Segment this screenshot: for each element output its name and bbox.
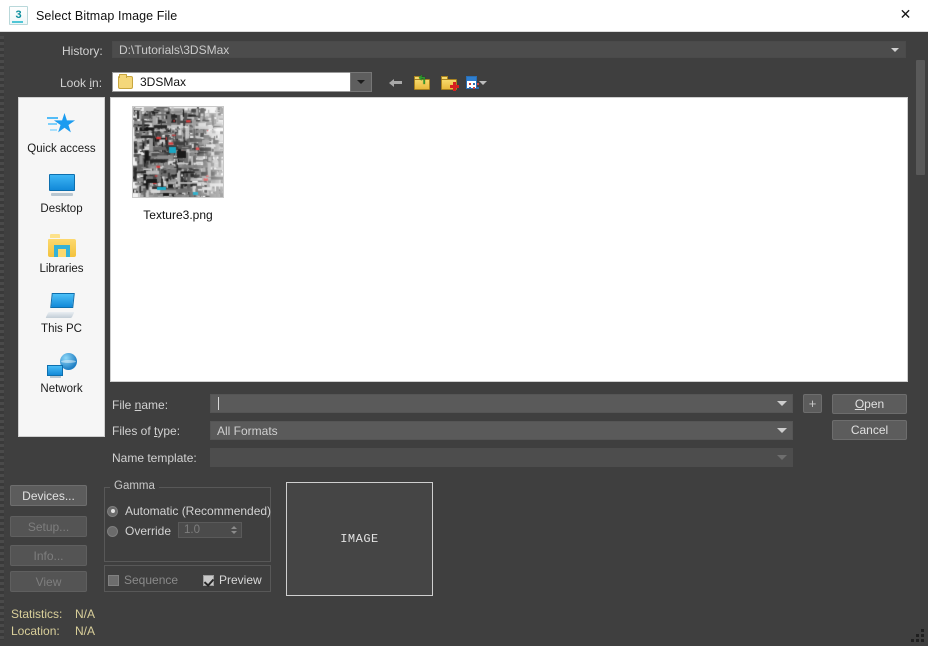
preview-checkbox[interactable]: Preview [203, 573, 262, 587]
gamma-automatic-label: Automatic (Recommended) [125, 504, 272, 518]
cancel-button[interactable]: Cancel [832, 420, 907, 440]
chevron-down-icon[interactable] [479, 80, 487, 85]
place-label: Network [40, 383, 83, 395]
places-sidebar: Quick access Desktop Libraries This PC N… [18, 97, 105, 437]
checkbox-icon [203, 574, 214, 586]
name-template-label: Name template: [112, 451, 197, 465]
name-template-dropdown [210, 448, 793, 467]
file-name-label: File name: [112, 398, 169, 412]
navigation-toolbar: ↰ [385, 72, 487, 93]
close-icon[interactable]: ✕ [883, 0, 928, 30]
place-item-this-pc[interactable]: This PC [19, 288, 104, 348]
folder-icon [118, 73, 133, 89]
statistics-value: N/A [75, 607, 96, 621]
location-value: N/A [75, 624, 96, 638]
create-new-folder-button[interactable] [439, 72, 460, 93]
chevron-down-icon [772, 449, 792, 466]
this-pc-icon [45, 288, 77, 322]
chevron-down-icon[interactable] [772, 422, 792, 439]
statistics-label: Statistics: [11, 607, 63, 621]
place-item-desktop[interactable]: Desktop [19, 168, 104, 228]
setup-button: Setup... [10, 516, 87, 537]
chevron-down-icon[interactable] [885, 42, 905, 57]
title-bar: 3 Select Bitmap Image File ✕ [0, 0, 928, 32]
place-item-network[interactable]: Network [19, 348, 104, 408]
image-thumbnail [132, 106, 224, 198]
look-in-chevron-down-icon[interactable] [350, 72, 372, 92]
radio-icon [107, 525, 118, 537]
quick-access-star-icon [46, 108, 77, 142]
create-new-folder-icon [441, 75, 459, 91]
gamma-override-stepper: 1.0 [178, 522, 242, 538]
image-preview-pane: IMAGE [286, 482, 433, 596]
place-item-libraries[interactable]: Libraries [19, 228, 104, 288]
checkbox-icon [108, 574, 119, 586]
history-value: D:\Tutorials\3DSMax [119, 42, 230, 57]
change-view-button[interactable] [466, 72, 487, 93]
back-arrow-icon [389, 77, 402, 88]
view-button: View [10, 571, 87, 592]
stepper-arrows-icon [227, 523, 241, 537]
devices-button[interactable]: Devices... [10, 485, 87, 506]
file-name-input[interactable] [210, 394, 793, 413]
text-caret [218, 397, 219, 410]
chevron-down-icon[interactable] [772, 395, 792, 412]
history-dropdown[interactable]: D:\Tutorials\3DSMax [112, 41, 906, 58]
app-icon-bar [12, 21, 23, 23]
add-path-button[interactable]: + [803, 394, 822, 413]
list-item[interactable]: Texture3.png [123, 106, 233, 222]
select-bitmap-image-file-dialog: 3 Select Bitmap Image File ✕ History: D:… [0, 0, 928, 646]
place-label: Quick access [27, 143, 96, 155]
gamma-automatic-radio[interactable]: Automatic (Recommended) [107, 504, 271, 518]
files-of-type-dropdown[interactable]: All Formats [210, 421, 793, 440]
gamma-group-title: Gamma [110, 480, 159, 492]
up-one-level-button[interactable]: ↰ [412, 72, 433, 93]
file-name-label: Texture3.png [143, 208, 213, 222]
place-label: Desktop [40, 203, 83, 215]
sequence-label: Sequence [124, 573, 179, 587]
libraries-folder-icon [47, 228, 76, 262]
look-in-dropdown[interactable]: 3DSMax [112, 72, 372, 92]
gamma-override-radio[interactable]: Override [107, 524, 171, 538]
info-button: Info... [10, 545, 87, 566]
window-title: Select Bitmap Image File [36, 8, 178, 23]
radio-icon [107, 505, 118, 517]
files-of-type-label: Files of type: [112, 424, 181, 438]
look-in-label: Look in: [60, 76, 103, 90]
3dsmax-icon: 3 [9, 6, 28, 25]
app-icon-glyph: 3 [15, 9, 22, 21]
network-globe-icon [46, 348, 77, 382]
place-label: This PC [41, 323, 82, 335]
file-list-panel[interactable]: Texture3.png [110, 97, 908, 382]
look-in-value: 3DSMax [140, 75, 187, 89]
up-one-level-icon: ↰ [414, 74, 431, 90]
back-button[interactable] [385, 72, 406, 93]
sequence-checkbox: Sequence [108, 573, 178, 587]
file-list-scrollbar[interactable] [916, 60, 925, 175]
files-of-type-value: All Formats [217, 423, 278, 438]
gamma-override-label: Override [125, 524, 172, 538]
resize-grip[interactable] [911, 629, 924, 642]
window-left-edge-strip [0, 36, 4, 640]
place-item-quick-access[interactable]: Quick access [19, 108, 104, 168]
gamma-override-value: 1.0 [184, 524, 200, 536]
desktop-monitor-icon [47, 168, 77, 202]
open-button[interactable]: Open [832, 394, 907, 414]
preview-label: Preview [219, 573, 262, 587]
location-label: Location: [11, 624, 60, 638]
place-label: Libraries [39, 263, 84, 275]
change-view-icon [466, 76, 479, 89]
history-label: History: [62, 44, 103, 58]
